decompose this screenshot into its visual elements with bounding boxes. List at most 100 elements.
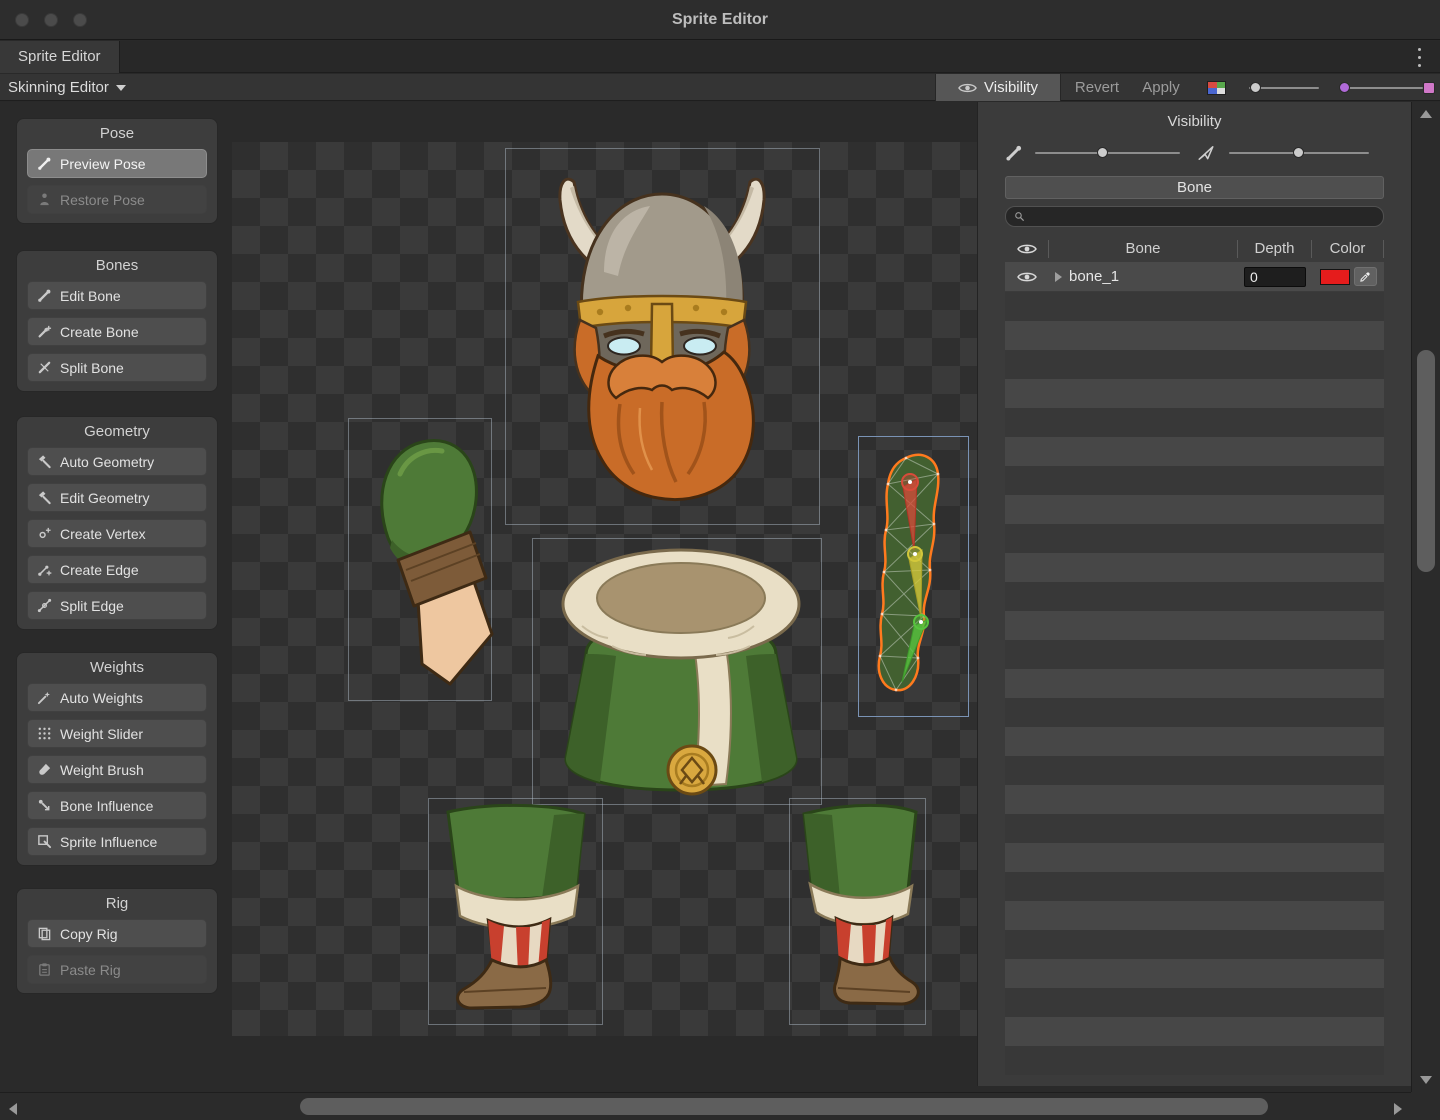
button-label: Auto Geometry [60,454,154,470]
empty-list-row [1005,466,1384,495]
horizontal-scrollbar[interactable] [0,1092,1411,1120]
search-input[interactable] [1031,209,1375,224]
header-color-column[interactable]: Color [1312,240,1384,258]
bone-search-field[interactable] [1005,206,1384,227]
bone-icon [1005,144,1023,162]
kebab-menu-icon[interactable] [1414,48,1424,67]
edit-bone-button[interactable]: Edit Bone [27,281,207,310]
sprite-viking-head[interactable] [520,152,805,520]
bones-panel-title: Bones [17,251,217,281]
row-color-cell [1312,267,1384,286]
visibility-toggle-button[interactable]: Visibility [935,74,1061,101]
hammer-icon [37,490,52,505]
button-label: Split Bone [60,360,124,376]
empty-list-row [1005,959,1384,988]
scroll-down-arrow[interactable] [1420,1076,1432,1084]
tab-bar: Sprite Editor [0,41,1440,73]
sprite-rigged-arm[interactable] [864,442,964,712]
weight-brush-button[interactable]: Weight Brush [27,755,207,784]
zoom-slider-thumb[interactable] [1339,82,1350,93]
window-title: Sprite Editor [0,0,1440,40]
sprite-mitten-arm[interactable] [358,428,494,696]
auto-weights-button[interactable]: Auto Weights [27,683,207,712]
button-label: Restore Pose [60,192,145,208]
wand-icon [37,690,52,705]
button-label: Create Bone [60,324,139,340]
header-bone-column[interactable]: Bone [1049,240,1238,258]
revert-button[interactable]: Revert [1066,74,1128,101]
preview-pose-button[interactable]: Preview Pose [27,149,207,178]
hammer-icon [37,454,52,469]
scroll-up-arrow[interactable] [1420,110,1432,118]
auto-geometry-button[interactable]: Auto Geometry [27,447,207,476]
sprite-right-leg[interactable] [794,802,926,1020]
button-label: Split Edge [60,598,124,614]
scroll-left-arrow[interactable] [9,1103,17,1115]
mesh-opacity-slider-thumb[interactable] [1293,147,1304,158]
depth-input[interactable] [1244,267,1306,287]
horizontal-scrollbar-thumb[interactable] [300,1098,1268,1115]
vertical-scrollbar-thumb[interactable] [1417,350,1435,572]
sprite-editor-window: Sprite Editor Sprite Editor Skinning Edi… [0,0,1440,1120]
eye-icon [1017,243,1037,255]
create-vertex-button[interactable]: Create Vertex [27,519,207,548]
sprite-torso[interactable] [542,542,820,804]
scroll-right-arrow[interactable] [1394,1103,1402,1115]
empty-list-row [1005,640,1384,669]
bone-influence-button[interactable]: Bone Influence [27,791,207,820]
button-label: Weight Brush [60,762,144,778]
restore-pose-button[interactable]: Restore Pose [27,185,207,214]
bone-opacity-slider[interactable] [1035,152,1180,154]
bone-opacity-slider-thumb[interactable] [1097,147,1108,158]
sprite-influence-button[interactable]: Sprite Influence [27,827,207,856]
empty-list-row [1005,292,1384,321]
edit-geometry-button[interactable]: Edit Geometry [27,483,207,512]
split-bone-button[interactable]: Split Bone [27,353,207,382]
empty-list-row [1005,727,1384,756]
visibility-panel-title: Visibility [978,110,1411,134]
zoom-slider[interactable] [1341,87,1423,89]
geometry-panel: Geometry Auto Geometry Edit Geometry Cre… [16,416,218,630]
bone-add-icon [37,324,52,339]
title-bar: Sprite Editor [0,0,1440,40]
create-edge-button[interactable]: Create Edge [27,555,207,584]
color-picker-button[interactable] [1354,267,1377,286]
mesh-color-icon[interactable] [1423,82,1435,94]
bone-tab[interactable]: Bone [1005,176,1384,199]
empty-list-row [1005,988,1384,1017]
empty-list-row [1005,756,1384,785]
empty-list-row [1005,872,1384,901]
weight-slider-button[interactable]: Weight Slider [27,719,207,748]
expander-arrow-icon[interactable] [1055,272,1062,282]
visibility-eye-toggle[interactable] [1017,271,1037,283]
copy-rig-button[interactable]: Copy Rig [27,919,207,948]
apply-button[interactable]: Apply [1134,74,1188,101]
bone-color-swatch[interactable] [1320,269,1350,285]
tab-sprite-editor[interactable]: Sprite Editor [0,41,120,73]
weights-panel-title: Weights [17,653,217,683]
vertical-scrollbar[interactable] [1411,102,1440,1092]
sprite-left-leg[interactable] [436,802,596,1020]
empty-list-row [1005,930,1384,959]
split-edge-button[interactable]: Split Edge [27,591,207,620]
color-channels-icon[interactable] [1207,81,1226,95]
bone-name[interactable]: bone_1 [1069,268,1119,285]
empty-list-row [1005,669,1384,698]
edge-split-icon [37,598,52,613]
editor-mode-dropdown[interactable]: Skinning Editor [8,74,126,101]
alpha-slider[interactable] [1249,87,1319,89]
pose-panel: Pose Preview Pose Restore Pose [16,118,218,224]
empty-list-row [1005,698,1384,727]
alpha-slider-thumb[interactable] [1250,82,1261,93]
create-bone-button[interactable]: Create Bone [27,317,207,346]
brush-icon [37,762,52,777]
button-label: Copy Rig [60,926,118,942]
bone-list-empty-rows [1005,292,1384,1075]
mesh-opacity-slider[interactable] [1229,152,1369,154]
vertex-add-icon [37,526,52,541]
paste-rig-button[interactable]: Paste Rig [27,955,207,984]
empty-list-row [1005,582,1384,611]
empty-list-row [1005,524,1384,553]
header-depth-column[interactable]: Depth [1238,240,1312,258]
bone-table-row[interactable]: bone_1 [1005,262,1384,291]
